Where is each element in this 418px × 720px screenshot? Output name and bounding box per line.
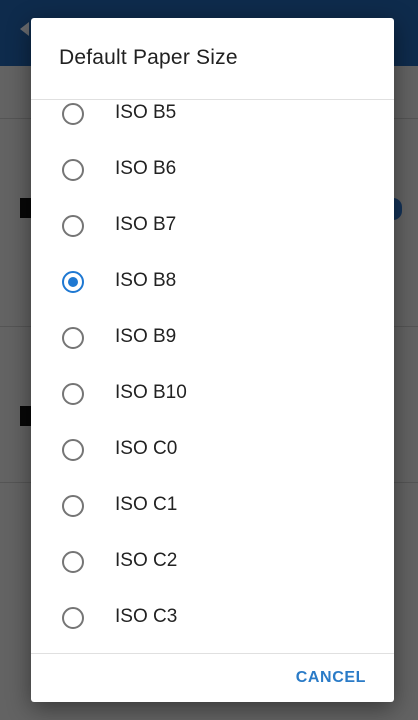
radio-unchecked-icon[interactable]	[62, 327, 84, 349]
paper-size-dialog: Default Paper Size ISO B5 ISO B6 ISO B7 …	[31, 18, 394, 702]
option-iso-b7[interactable]: ISO B7	[31, 198, 394, 254]
radio-unchecked-icon[interactable]	[62, 159, 84, 181]
radio-unchecked-icon[interactable]	[62, 383, 84, 405]
paper-size-options-list[interactable]: ISO B5 ISO B6 ISO B7 ISO B8 ISO B9 ISO B…	[31, 100, 394, 653]
radio-unchecked-icon[interactable]	[62, 103, 84, 125]
radio-unchecked-icon[interactable]	[62, 439, 84, 461]
option-iso-b6[interactable]: ISO B6	[31, 142, 394, 198]
option-label: ISO B7	[115, 214, 177, 235]
option-label: ISO B10	[115, 382, 187, 403]
option-label: ISO C2	[115, 550, 178, 571]
option-iso-b8[interactable]: ISO B8	[31, 254, 394, 310]
dialog-title: Default Paper Size	[59, 46, 238, 69]
option-label: ISO B5	[115, 102, 177, 123]
option-iso-c1[interactable]: ISO C1	[31, 478, 394, 534]
option-label: ISO B9	[115, 326, 177, 347]
option-label: ISO B6	[115, 158, 177, 179]
option-iso-c3[interactable]: ISO C3	[31, 590, 394, 646]
option-label: ISO C1	[115, 494, 178, 515]
option-iso-c2[interactable]: ISO C2	[31, 534, 394, 590]
option-iso-c0[interactable]: ISO C0	[31, 422, 394, 478]
option-iso-b9[interactable]: ISO B9	[31, 310, 394, 366]
option-label: ISO B8	[115, 270, 177, 291]
option-iso-b10[interactable]: ISO B10	[31, 366, 394, 422]
radio-unchecked-icon[interactable]	[62, 215, 84, 237]
option-label: ISO C0	[115, 438, 178, 459]
cancel-button[interactable]: CANCEL	[284, 654, 378, 702]
option-iso-b5[interactable]: ISO B5	[31, 100, 394, 142]
radio-unchecked-icon[interactable]	[62, 495, 84, 517]
option-label: ISO C3	[115, 606, 178, 627]
radio-unchecked-icon[interactable]	[62, 607, 84, 629]
radio-checked-icon[interactable]	[62, 271, 84, 293]
radio-unchecked-icon[interactable]	[62, 551, 84, 573]
